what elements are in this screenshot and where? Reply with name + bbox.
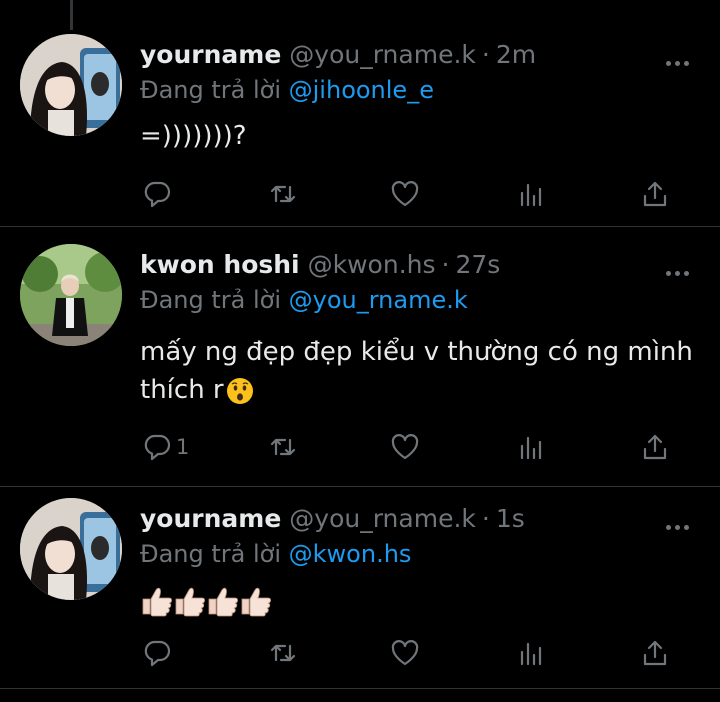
share-icon <box>643 640 667 666</box>
share-button[interactable] <box>640 637 670 669</box>
more-icon[interactable] <box>666 261 694 276</box>
tweet-header: yourname @you_rname.k · 2m <box>140 40 536 74</box>
retweet-button[interactable] <box>268 178 298 210</box>
retweet-button[interactable] <box>268 637 298 669</box>
reply-button[interactable] <box>142 637 176 669</box>
mention-link[interactable]: @you_rname.k <box>289 286 468 314</box>
reply-count: 1 <box>176 435 190 459</box>
like-button[interactable] <box>390 637 420 669</box>
analytics-button[interactable] <box>516 178 546 210</box>
reply-icon <box>144 640 171 667</box>
display-name[interactable]: yourname <box>140 40 281 69</box>
avatar-yourname[interactable] <box>20 498 122 600</box>
user-handle[interactable]: @you_rname.k <box>289 40 476 69</box>
display-name[interactable]: kwon hoshi <box>140 250 300 279</box>
share-button[interactable] <box>640 178 670 210</box>
action-bar <box>140 178 680 210</box>
tweet-3[interactable]: yourname @you_rname.k · 1s Đang trả lời … <box>0 487 720 702</box>
mention-link[interactable]: @jihoonle_e <box>289 76 434 104</box>
retweet-icon <box>270 644 296 662</box>
avatar-kwon-hoshi[interactable] <box>20 244 122 346</box>
timestamp[interactable]: 27s <box>455 250 500 279</box>
tweet-text: =)))))))? <box>140 121 247 151</box>
replying-to: Đang trả lời @you_rname.k <box>140 286 468 314</box>
tweet-text-line: thích r <box>140 371 700 409</box>
share-icon <box>643 434 667 460</box>
like-button[interactable] <box>390 178 420 210</box>
share-button[interactable] <box>640 431 670 463</box>
replying-to: Đang trả lời @kwon.hs <box>140 540 411 568</box>
avatar-yourname[interactable] <box>20 34 122 136</box>
user-handle[interactable]: @you_rname.k <box>289 504 476 533</box>
analytics-icon <box>520 436 542 460</box>
reply-button[interactable]: 1 <box>142 431 189 463</box>
action-bar <box>140 637 680 669</box>
analytics-button[interactable] <box>516 637 546 669</box>
replying-label: Đang trả lời <box>140 76 289 104</box>
tweet-text-part: thích r <box>140 375 224 405</box>
hushed-face-emoji <box>226 377 253 404</box>
replying-to: Đang trả lời @jihoonle_e <box>140 76 434 104</box>
reply-icon <box>144 434 171 461</box>
like-icon <box>391 640 419 666</box>
analytics-icon <box>520 642 542 666</box>
like-button[interactable] <box>390 431 420 463</box>
timestamp[interactable]: 2m <box>496 40 536 69</box>
mention-link[interactable]: @kwon.hs <box>289 540 412 568</box>
tweet-2[interactable]: kwon hoshi @kwon.hs · 27s Đang trả lời @… <box>0 227 720 486</box>
retweet-button[interactable] <box>268 431 298 463</box>
more-icon[interactable] <box>666 515 694 530</box>
like-icon <box>391 434 419 460</box>
tweet-text <box>140 581 700 619</box>
replying-label: Đang trả lời <box>140 540 289 568</box>
action-bar: 1 <box>140 431 680 463</box>
tweet-text-line: mấy ng đẹp đẹp kiểu v thường có ng mình <box>140 337 693 367</box>
retweet-icon <box>270 438 296 456</box>
user-handle[interactable]: @kwon.hs <box>308 250 436 279</box>
separator-dot: · <box>441 250 450 279</box>
tweet-header: kwon hoshi @kwon.hs · 27s <box>140 250 500 284</box>
more-icon[interactable] <box>666 51 694 66</box>
reply-icon <box>144 181 171 208</box>
thumbs-up-emoji <box>142 587 271 616</box>
tweet-text: mấy ng đẹp đẹp kiểu v thường có ng mình … <box>140 333 700 409</box>
timestamp[interactable]: 1s <box>496 504 525 533</box>
retweet-icon <box>270 185 296 203</box>
separator-dot: · <box>481 504 490 533</box>
display-name[interactable]: yourname <box>140 504 281 533</box>
separator-dot: · <box>481 40 490 69</box>
replying-label: Đang trả lời <box>140 286 289 314</box>
reply-button[interactable] <box>142 178 176 210</box>
share-icon <box>643 181 667 207</box>
tweet-header: yourname @you_rname.k · 1s <box>140 504 525 538</box>
analytics-button[interactable] <box>516 431 546 463</box>
analytics-icon <box>520 183 542 207</box>
like-icon <box>391 181 419 207</box>
tweet-divider <box>0 688 720 689</box>
tweet-1[interactable]: yourname @you_rname.k · 2m Đang trả lời … <box>0 0 720 226</box>
